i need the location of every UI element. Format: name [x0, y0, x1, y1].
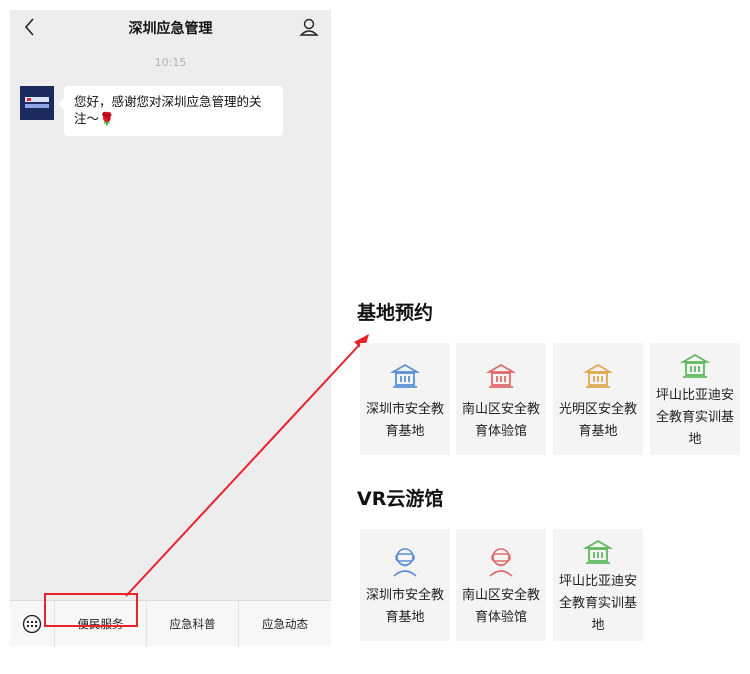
card-label: 南山区安全教育体验馆 [461, 588, 540, 625]
vr-headset-icon [393, 548, 417, 577]
building-icon [583, 539, 613, 564]
wechat-phone-screen: 深圳应急管理 10:15 您好，感谢您对深圳应急管理的关注～🌹 便民服务 应急科… [10, 10, 331, 647]
card-label: 南山区安全教育体验馆 [461, 402, 540, 439]
highlight-box [44, 593, 138, 627]
logo-icon [20, 86, 54, 120]
card-label: 光明区安全教育基地 [558, 402, 637, 439]
building-icon [583, 363, 613, 388]
building-icon [390, 363, 420, 388]
message-bubble: 您好，感谢您对深圳应急管理的关注～🌹 [58, 86, 283, 136]
card-pingshan-byd-base[interactable]: 坪山比亚迪安全教育实训基地 [650, 343, 740, 455]
section-title-vr: VR云游馆 [357, 488, 444, 510]
card-nanshan-hall[interactable]: 南山区安全教育体验馆 [456, 343, 546, 455]
section-title-base-booking: 基地预约 [357, 302, 434, 324]
nav-bar: 深圳应急管理 [10, 10, 331, 44]
building-icon [680, 353, 710, 378]
menu-item-emergency-news[interactable]: 应急动态 [238, 601, 331, 647]
card-vr-shenzhen-base[interactable]: 深圳市安全教育基地 [360, 529, 450, 641]
card-guangming-base[interactable]: 光明区安全教育基地 [553, 343, 643, 455]
card-label: 坪山比亚迪安全教育实训基地 [558, 574, 637, 633]
card-vr-pingshan-byd-base[interactable]: 坪山比亚迪安全教育实训基地 [553, 529, 643, 641]
message-timestamp: 10:15 [154, 56, 187, 69]
user-icon[interactable] [299, 16, 319, 38]
avatar[interactable] [20, 86, 54, 120]
card-vr-nanshan-hall[interactable]: 南山区安全教育体验馆 [456, 529, 546, 641]
vr-headset-icon [489, 548, 513, 577]
card-label: 深圳市安全教育基地 [365, 588, 444, 625]
card-label: 坪山比亚迪安全教育实训基地 [655, 388, 734, 447]
building-icon [486, 363, 516, 388]
card-shenzhen-base[interactable]: 深圳市安全教育基地 [360, 343, 450, 455]
card-label: 深圳市安全教育基地 [365, 402, 444, 439]
menu-item-emergency-science[interactable]: 应急科普 [146, 601, 238, 647]
keyboard-icon [22, 614, 42, 634]
page-title: 深圳应急管理 [128, 21, 213, 37]
